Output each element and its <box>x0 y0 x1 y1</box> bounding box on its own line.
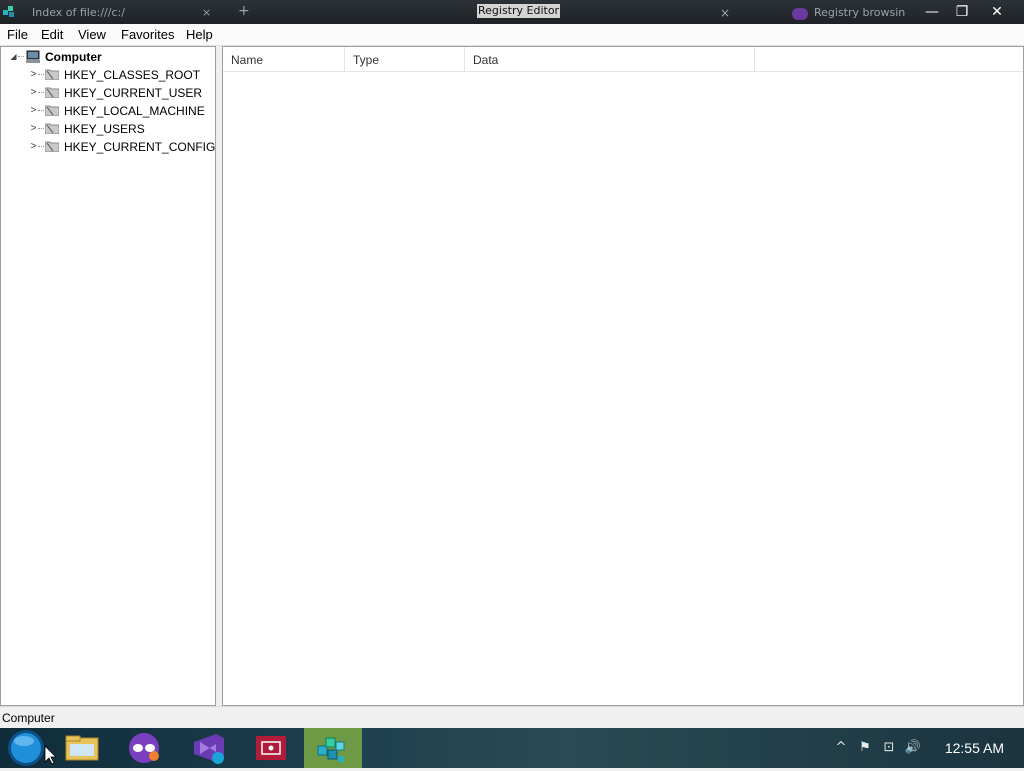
action-center-flag-icon[interactable]: ⚑ <box>856 740 874 755</box>
start-orb-icon <box>8 730 57 766</box>
tree-connector <box>38 92 44 94</box>
tree-item-computer[interactable]: ◢ Computer <box>1 48 211 66</box>
red-app-icon <box>256 736 286 760</box>
tree-item-hkey-local-machine[interactable]: > HKEY_LOCAL_MACHINE <box>1 102 211 120</box>
folder-icon <box>45 69 59 80</box>
incognito-browser-button[interactable] <box>118 728 174 768</box>
values-list[interactable]: Name Type Data <box>222 46 1024 706</box>
background-tab-close[interactable]: × <box>202 6 211 24</box>
menu-file[interactable]: File <box>7 26 28 43</box>
file-explorer-button[interactable] <box>56 728 112 768</box>
registry-editor-taskbar-button[interactable] <box>304 728 362 768</box>
status-path: Computer <box>2 711 55 725</box>
title-bar: Index of file:///c:/ × + × Registry brow… <box>0 0 1024 24</box>
close-button[interactable]: ✕ <box>982 2 1012 22</box>
tree-item-label: HKEY_CURRENT_CONFIG <box>64 140 216 154</box>
column-header-name[interactable]: Name <box>223 47 345 71</box>
network-icon[interactable]: ⊡ <box>880 740 898 755</box>
computer-icon <box>26 50 40 63</box>
tree-connector <box>38 146 44 148</box>
volume-icon[interactable]: 🔊 <box>904 740 922 755</box>
show-hidden-icons-button[interactable]: ^ <box>832 740 850 755</box>
visual-studio-icon <box>194 734 224 764</box>
menu-view[interactable]: View <box>78 26 106 43</box>
tree-connector <box>38 128 44 130</box>
tree-item-label: HKEY_CURRENT_USER <box>64 86 203 100</box>
expand-icon[interactable]: > <box>29 120 38 138</box>
expand-icon[interactable]: > <box>29 138 38 156</box>
menu-favorites[interactable]: Favorites <box>121 26 174 43</box>
window-title: Registry Editor <box>477 4 561 18</box>
menu-edit[interactable]: Edit <box>41 26 63 43</box>
registry-editor-icon <box>317 737 345 762</box>
tree-connector <box>18 56 24 58</box>
tree-item-label: HKEY_LOCAL_MACHINE <box>64 104 205 118</box>
tree-item-hkey-users[interactable]: > HKEY_USERS <box>1 120 211 138</box>
folder-icon <box>45 87 59 98</box>
expand-icon[interactable]: > <box>29 66 38 84</box>
new-tab-button[interactable]: + <box>238 3 250 21</box>
expand-icon[interactable]: > <box>29 102 38 120</box>
file-explorer-icon <box>65 735 99 761</box>
background-tab-index[interactable]: Index of file:///c:/ <box>32 6 192 24</box>
tree-item-label: HKEY_USERS <box>64 122 145 136</box>
taskbar-clock[interactable]: 12:55 AM <box>945 740 1004 756</box>
incognito-icon <box>792 8 808 20</box>
background-window-close-icon: × <box>720 6 731 20</box>
tree-item-label: HKEY_CLASSES_ROOT <box>64 68 201 82</box>
folder-icon <box>45 141 59 152</box>
taskbar: ^ ⚑ ⊡ 🔊 12:55 AM <box>0 728 1024 768</box>
registry-tree[interactable]: ◢ Computer > HKEY_CLASSES_ROOT > HKEY_CU… <box>0 46 216 706</box>
tree-item-label: Computer <box>45 48 102 66</box>
collapse-icon[interactable]: ◢ <box>9 48 18 66</box>
tree-connector <box>38 110 44 112</box>
list-header: Name Type Data <box>223 47 1023 72</box>
expand-icon[interactable]: > <box>29 84 38 102</box>
menu-help[interactable]: Help <box>186 26 213 43</box>
menu-bar: File Edit View Favorites Help <box>0 24 1024 46</box>
red-app-button[interactable] <box>242 728 298 768</box>
incognito-browser-icon <box>129 733 159 763</box>
folder-icon <box>45 123 59 134</box>
visual-studio-button[interactable] <box>180 728 236 768</box>
column-header-data[interactable]: Data <box>465 47 755 71</box>
maximize-button[interactable]: ❐ <box>947 2 977 22</box>
status-bar: Computer <box>0 706 1024 729</box>
folder-icon <box>45 105 59 116</box>
column-header-type[interactable]: Type <box>345 47 465 71</box>
tree-connector <box>38 74 44 76</box>
registry-editor-icon <box>3 6 14 17</box>
tree-item-hkey-current-user[interactable]: > HKEY_CURRENT_USER <box>1 84 211 102</box>
tree-item-hkey-current-config[interactable]: > HKEY_CURRENT_CONFIG <box>1 138 216 156</box>
start-button[interactable] <box>0 728 57 768</box>
minimize-button[interactable]: — <box>917 2 947 22</box>
background-tab-registry[interactable]: Registry browsing <box>814 6 906 24</box>
tree-item-hkey-classes-root[interactable]: > HKEY_CLASSES_ROOT <box>1 66 211 84</box>
